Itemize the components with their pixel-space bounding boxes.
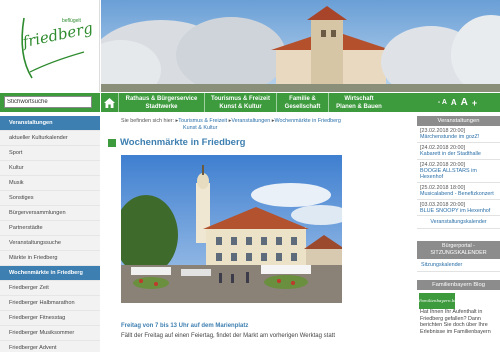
portal-heading-line2: SITZUNGSKALENDER: [430, 250, 487, 257]
sidebar-item-musiksommer[interactable]: Friedberger Musiksommer: [0, 326, 100, 341]
search-bar: [0, 93, 100, 112]
page-title: Wochenmärkte in Friedberg: [120, 137, 246, 148]
font-size-increase-button[interactable]: +: [472, 98, 477, 108]
nav-item-wirtschaft-line2: Planen & Bauen: [336, 104, 382, 110]
sitzungskalender-link[interactable]: Sitzungskalender: [417, 259, 500, 273]
breadcrumb-prefix: Sie befinden sich hier:: [121, 118, 175, 124]
events-calendar-link[interactable]: Veranstaltungskalender: [417, 216, 500, 230]
blog-teaser-text: Hat Ihnen Ihr Aufenthalt in Friedberg ge…: [417, 309, 500, 335]
blog-teaser[interactable]: Familienbayern.blog: [417, 290, 500, 310]
event-item[interactable]: [24.02.2018 20:00] Kabarett in der Stadt…: [417, 143, 500, 160]
nav-item-rathaus[interactable]: Rathaus & Bürgerservice Stadtwerke: [119, 93, 205, 112]
breadcrumb-link-wochenmaerkte[interactable]: Wochenmärkte in Friedberg: [275, 118, 341, 124]
search-input[interactable]: [4, 96, 92, 108]
event-item[interactable]: [25.02.2018 18:00] Musicalabend - Benefi…: [417, 183, 500, 200]
event-item[interactable]: [24.02.2018 20:00] BOOGIE ALLSTARS im He…: [417, 160, 500, 183]
breadcrumb-link-tourismus[interactable]: Tourismus & Freizeit: [178, 118, 227, 124]
sidebar-item-partnerstaedte[interactable]: Partnerstädte: [0, 221, 100, 236]
home-icon: [104, 97, 115, 108]
nav-item-tourismus[interactable]: Tourismus & Freizeit Kunst & Kultur: [205, 93, 277, 112]
event-title[interactable]: BOOGIE ALLSTARS im Hexenhof: [420, 168, 497, 181]
breadcrumb: Sie befinden sich hier: ▸Tourismus & Fre…: [121, 118, 401, 132]
nav-item-familie-line2: Gesellschaft: [284, 104, 321, 110]
events-box-heading: Veranstaltungen: [417, 116, 500, 126]
event-item[interactable]: [23.02.2018 20:00] Märchenstunde im gozZ…: [417, 126, 500, 143]
nav-item-wirtschaft-line1: Wirtschaft: [344, 96, 374, 102]
page-title-wrapper: Wochenmärkte in Friedberg: [108, 137, 245, 148]
sidebar-item-sport[interactable]: Sport: [0, 146, 100, 161]
sidebar-item-wochenmaerkte[interactable]: Wochenmärkte in Friedberg: [0, 266, 100, 281]
nav-item-rathaus-line1: Rathaus & Bürgerservice: [125, 96, 198, 102]
event-title[interactable]: Märchenstunde im gozZ!: [420, 134, 497, 140]
blog-text-line: Erlebnisse im Familienbayern: [420, 328, 491, 335]
sidebar-item-sonstiges[interactable]: Sonstiges: [0, 191, 100, 206]
sidebar-item-fitnesstag[interactable]: Friedberger Fitnesstag: [0, 311, 100, 326]
sidebar-item-veranstaltungen[interactable]: Veranstaltungen: [0, 116, 100, 131]
font-size-decrease-button[interactable]: - A: [438, 99, 447, 106]
event-title[interactable]: Kabarett in der Stadthalle: [420, 151, 497, 157]
event-title[interactable]: BLUE SNOOPY im Hexenhof: [420, 208, 497, 214]
nav-item-tourismus-line2: Kunst & Kultur: [219, 104, 262, 110]
nav-item-wirtschaft[interactable]: Wirtschaft Planen & Bauen: [329, 93, 389, 112]
nav-item-familie-line1: Familie &: [289, 96, 316, 102]
title-marker-icon: [108, 138, 116, 147]
sidebar-item-buergerversammlungen[interactable]: Bürgerversammlungen: [0, 206, 100, 221]
main-nav: Rathaus & Bürgerservice Stadtwerke Touri…: [101, 93, 415, 112]
breadcrumb-link-veranstaltungen[interactable]: Veranstaltungen: [231, 118, 270, 124]
logo-tagline: beflügelt: [62, 18, 81, 24]
event-item[interactable]: [03.03.2018 20:00] BLUE SNOOPY im Hexenh…: [417, 200, 500, 217]
blog-box-heading: Familienbayern Blog: [417, 280, 500, 291]
home-button[interactable]: [101, 93, 119, 112]
sidebar-item-musik[interactable]: Musik: [0, 176, 100, 191]
sidebar-item-advent[interactable]: Friedberger Advent: [0, 341, 100, 352]
sidebar-nav: Veranstaltungen aktueller Kulturkalender…: [0, 116, 100, 352]
nav-item-rathaus-line2: Stadtwerke: [145, 104, 178, 110]
sidebar-item-veranstaltungssuche[interactable]: Veranstaltungssuche: [0, 236, 100, 251]
sidebar-item-maerkte[interactable]: Märkte in Friedberg: [0, 251, 100, 266]
portal-heading-line1: Bürgerportal -: [442, 243, 475, 250]
breadcrumb-link-kunst-kultur[interactable]: Kunst & Kultur: [183, 125, 217, 131]
nav-item-tourismus-line1: Tourismus & Freizeit: [211, 96, 270, 102]
portal-box-heading: Bürgerportal - SITZUNGSKALENDER: [417, 241, 500, 260]
sidebar-item-kultur[interactable]: Kultur: [0, 161, 100, 176]
sidebar-item-kulturkalender[interactable]: aktueller Kulturkalender: [0, 131, 100, 146]
blog-badge: Familienbayern.blog: [419, 293, 455, 310]
font-size-controls: - A A A +: [415, 93, 500, 112]
right-sidebar: Veranstaltungen [23.02.2018 20:00] Märch…: [417, 116, 500, 335]
site-logo[interactable]: friedberg beflügelt: [0, 0, 100, 92]
nav-item-familie[interactable]: Familie & Gesellschaft: [277, 93, 329, 112]
market-photo: [121, 155, 342, 303]
font-size-normal-button[interactable]: A: [451, 98, 457, 107]
header-photo: [101, 0, 500, 92]
font-size-large-button[interactable]: A: [461, 97, 468, 108]
market-times-heading: Freitag von 7 bis 13 Uhr auf dem Marienp…: [121, 323, 249, 329]
sidebar-item-friedberger-zeit[interactable]: Friedberger Zeit: [0, 281, 100, 296]
event-title[interactable]: Musicalabend - Benefizkonzert: [420, 191, 497, 197]
market-holiday-note: Fällt der Freitag auf einen Feiertag, fi…: [121, 333, 335, 339]
sidebar-item-halbmarathon[interactable]: Friedberger Halbmarathon: [0, 296, 100, 311]
